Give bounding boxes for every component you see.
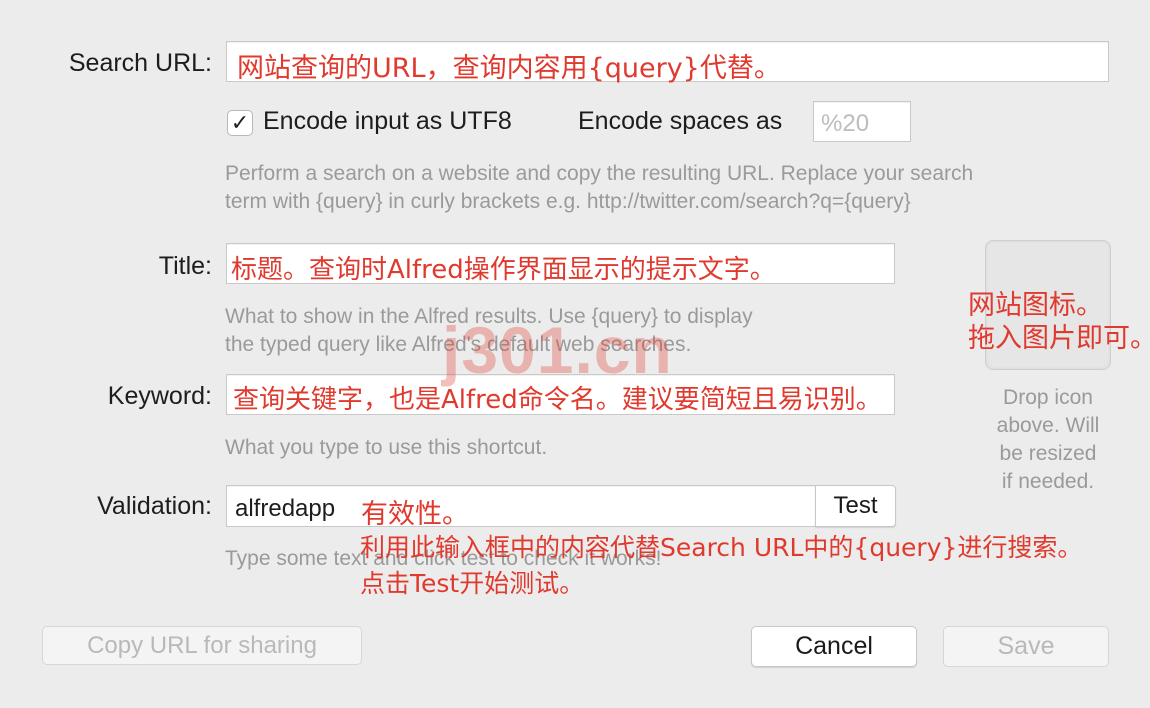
icon-caption-line-1: Drop icon — [1003, 386, 1093, 409]
icon-annotation-line-2: 拖入图片即可。 — [968, 323, 1150, 354]
validation-annotation: 有效性。 — [361, 499, 469, 530]
save-button[interactable]: Save — [943, 626, 1109, 667]
icon-caption-line-2: above. Will — [996, 414, 1100, 437]
search-url-help-line-1: Perform a search on a website and copy t… — [225, 162, 974, 185]
utf8-checkbox[interactable]: ✓ — [227, 110, 253, 136]
icon-caption-line-4: if needed. — [1001, 470, 1095, 493]
search-url-help-line-2: term with {query} in curly brackets e.g.… — [225, 190, 911, 213]
encode-spaces-input[interactable]: %20 — [813, 101, 911, 142]
icon-caption: Drop icon above. Will be resized if need… — [985, 384, 1111, 496]
search-url-annotation: 网站查询的URL，查询内容用{query}代替。 — [237, 53, 781, 84]
validation-annotation-line-2: 利用此输入框中的内容代替Search URL中的{query}进行搜索。 — [360, 533, 1083, 562]
checkmark-icon: ✓ — [230, 110, 250, 135]
utf8-checkbox-label[interactable]: Encode input as UTF8 — [263, 107, 512, 136]
search-url-label: Search URL: — [68, 49, 212, 77]
keyword-label: Keyword: — [107, 382, 212, 410]
encode-spaces-label: Encode spaces as — [578, 107, 783, 135]
icon-caption-line-3: be resized — [999, 442, 1097, 465]
title-annotation: 标题。查询时Alfred操作界面显示的提示文字。 — [231, 255, 776, 285]
watermark: j301.cn — [442, 313, 673, 387]
test-button[interactable]: Test — [815, 485, 896, 527]
copy-url-button[interactable]: Copy URL for sharing — [42, 626, 362, 665]
validation-label: Validation: — [97, 492, 212, 520]
keyword-help: What you type to use this shortcut. — [225, 436, 548, 459]
validation-value: alfredapp — [235, 495, 336, 522]
validation-input[interactable]: alfredapp — [226, 485, 816, 527]
validation-annotation-line-3: 点击Test开始测试。 — [360, 569, 585, 598]
cancel-button[interactable]: Cancel — [751, 626, 917, 667]
title-label: Title: — [158, 252, 212, 280]
encode-spaces-placeholder: %20 — [821, 110, 870, 137]
